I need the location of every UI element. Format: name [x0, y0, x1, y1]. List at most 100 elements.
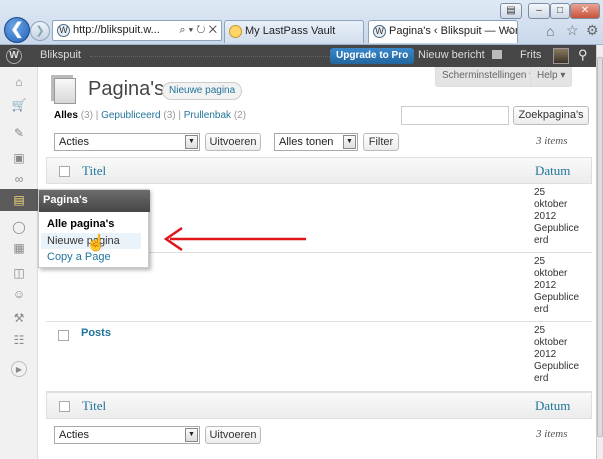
admin-bar-divider: [90, 56, 330, 57]
filter-published-count: (3): [163, 110, 176, 121]
collapse-menu-icon[interactable]: ▶: [11, 361, 27, 377]
filter-published[interactable]: Gepubliceerd: [101, 110, 160, 121]
tools-gear-icon[interactable]: ⚙: [586, 22, 599, 39]
filter-button[interactable]: Filter: [363, 133, 399, 151]
back-button[interactable]: ❮: [4, 17, 30, 43]
select-all-checkbox-footer[interactable]: [59, 401, 70, 412]
items-count: 3 items: [536, 135, 568, 147]
pages-icon: ▤: [13, 193, 25, 207]
tab-close-icon[interactable]: ✕: [505, 21, 514, 42]
flyout-header[interactable]: Pagina's: [39, 190, 150, 212]
date-filter-select[interactable]: Alles tonen ▼: [274, 133, 358, 151]
table-row[interactable]: Posts: [46, 322, 592, 392]
row-title[interactable]: Posts: [81, 327, 111, 339]
wordpress-logo-icon[interactable]: W: [6, 48, 22, 64]
forms-icon[interactable]: ▦: [11, 240, 27, 256]
date-month: oktober: [534, 337, 568, 348]
screen-options-button[interactable]: Scherminstellingen ▾: [435, 67, 542, 87]
search-icon[interactable]: ⚲: [578, 47, 588, 63]
date-status: Gepublice: [534, 292, 580, 303]
users-icon[interactable]: ☺: [11, 286, 27, 302]
maximize-button[interactable]: □: [550, 3, 570, 19]
posts-pin-icon[interactable]: ✎: [11, 125, 27, 141]
apply-button[interactable]: Uitvoeren: [205, 133, 261, 151]
favorites-star-icon[interactable]: ☆: [566, 22, 579, 39]
dropdown-arrow-icon: ▼: [185, 135, 198, 149]
date-day: 25: [534, 187, 546, 198]
row-date: 25 oktober 2012 Gepublice erd: [534, 256, 590, 316]
tools-icon[interactable]: ⚒: [11, 310, 27, 326]
filter-trash-count: (2): [233, 110, 247, 121]
new-post-link[interactable]: Nieuw bericht: [418, 49, 485, 61]
filter-separator: |: [178, 110, 181, 121]
date-filter-value: Alles tonen: [279, 136, 334, 148]
vertical-scrollbar[interactable]: [596, 45, 603, 459]
row-date: 25 oktober 2012 Gepublice erd: [534, 187, 590, 247]
row-checkbox[interactable]: [58, 330, 69, 341]
address-text: http://blikspuit.w...: [73, 24, 160, 36]
pages-flyout-menu: Pagina's Alle pagina's Nieuwe pagina Cop…: [38, 189, 150, 268]
dropdown-arrow-icon: ▼: [343, 135, 356, 149]
flyout-item-all-pages[interactable]: Alle pagina's: [47, 218, 114, 230]
row-date: 25 oktober 2012 Gepublice erd: [534, 325, 590, 385]
browser-chrome: ▤ – □ ✕ ❮ ❯ W http://blikspuit.w... ⌕ ▾ …: [0, 0, 603, 45]
search-input[interactable]: [401, 106, 509, 125]
media-icon[interactable]: ▣: [11, 150, 27, 166]
minimize-button[interactable]: –: [528, 3, 550, 19]
address-bar[interactable]: W http://blikspuit.w... ⌕ ▾ ↻ ✕: [52, 20, 222, 41]
filter-all[interactable]: Alles: [54, 110, 78, 121]
date-status-cont: erd: [534, 235, 549, 246]
bulk-actions-select-bottom[interactable]: Acties ▼: [54, 426, 200, 444]
dropdown-arrow-icon: ▼: [185, 428, 198, 442]
filter-trash[interactable]: Prullenbak: [184, 110, 231, 121]
apply-button-bottom[interactable]: Uitvoeren: [205, 426, 261, 444]
select-all-checkbox[interactable]: [59, 166, 70, 177]
date-day: 25: [534, 256, 546, 267]
date-year: 2012: [534, 280, 557, 291]
address-tools[interactable]: ⌕ ▾ ↻ ✕: [179, 21, 217, 40]
date-month: oktober: [534, 268, 568, 279]
tab-label: Pagina's ‹ Blikspuit — Word...: [389, 25, 518, 37]
date-status: Gepublice: [534, 361, 580, 372]
dashboard-icon[interactable]: ⌂: [11, 74, 27, 90]
links-icon[interactable]: ∞: [11, 171, 27, 187]
date-status-cont: erd: [534, 373, 549, 384]
appearance-icon[interactable]: ◫: [11, 265, 27, 281]
admin-sidebar: ⌂ 🛒 ✎ ▣ ∞ ▤ ◯ ▦ ◫ ☺ ⚒ ☷ ▶: [0, 67, 38, 459]
comments-icon[interactable]: [492, 50, 502, 59]
avatar[interactable]: [553, 48, 569, 64]
add-new-page-button[interactable]: Nieuwe pagina: [162, 82, 243, 100]
bulk-actions-select[interactable]: Acties ▼: [54, 133, 200, 151]
table-footer: Titel Datum: [46, 392, 592, 419]
tab-label: My LastPass Vault: [245, 25, 336, 37]
home-icon[interactable]: ⌂: [546, 23, 554, 39]
status-filters: Alles (3) | Gepubliceerd (3) | Prullenba…: [54, 110, 246, 121]
tab-lastpass[interactable]: My LastPass Vault: [224, 20, 364, 43]
admin-bar: W Blikspuit Upgrade to Pro Nieuw bericht…: [0, 45, 596, 67]
date-day: 25: [534, 325, 546, 336]
comments-sidebar-icon[interactable]: ◯: [11, 219, 27, 235]
store-icon[interactable]: 🛒: [11, 97, 27, 113]
flyout-item-new-page[interactable]: Nieuwe pagina: [47, 235, 120, 247]
lastpass-icon: [229, 25, 242, 38]
user-menu-link[interactable]: Frits: [520, 49, 541, 61]
flyout-item-copy-page[interactable]: Copy a Page: [47, 251, 111, 263]
forward-button[interactable]: ❯: [30, 21, 50, 41]
date-status-cont: erd: [534, 304, 549, 315]
tab-paginas[interactable]: W Pagina's ‹ Blikspuit — Word... ✕: [368, 20, 518, 43]
scrollbar-thumb[interactable]: [597, 57, 603, 437]
column-date-header[interactable]: Datum: [535, 163, 570, 179]
page-title: Pagina's: [88, 78, 165, 100]
site-name-link[interactable]: Blikspuit: [40, 49, 81, 61]
settings-icon[interactable]: ☷: [11, 332, 27, 348]
table-header: Titel Datum: [46, 157, 592, 184]
help-button[interactable]: Help ▾: [530, 67, 573, 87]
column-title-header[interactable]: Titel: [82, 163, 106, 179]
upgrade-button[interactable]: Upgrade to Pro: [330, 48, 415, 64]
column-date-footer[interactable]: Datum: [535, 398, 570, 414]
window-restore-small-button[interactable]: ▤: [500, 3, 522, 19]
search-pages-button[interactable]: Zoekpagina's: [513, 106, 589, 125]
close-window-button[interactable]: ✕: [570, 3, 600, 19]
column-title-footer[interactable]: Titel: [82, 398, 106, 414]
bulk-actions-value: Acties: [59, 136, 89, 148]
